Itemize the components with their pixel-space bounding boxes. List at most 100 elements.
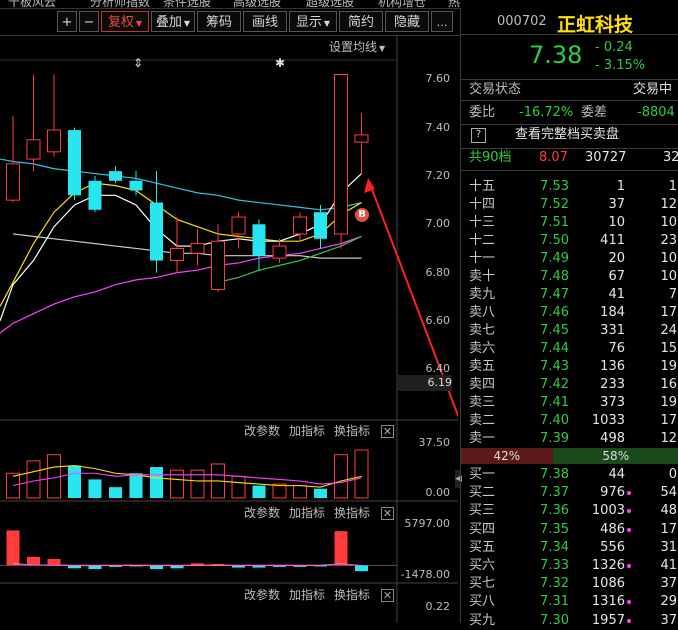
orderbook-row[interactable]: 买八 7.31 1316 29 [461, 593, 678, 611]
orderbook-price: 7.46 [540, 305, 569, 320]
orderbook-volume: 1086 [591, 576, 625, 592]
price-change: - 0.24 [595, 40, 633, 55]
vol-change-params[interactable]: 改参数 [244, 422, 280, 440]
orderbook-row[interactable]: 卖十 7.48 67 10 [461, 268, 678, 286]
orderbook-orders: 10 [660, 251, 677, 266]
macd-add-indicator[interactable]: 加指标 [289, 504, 325, 522]
help-icon[interactable]: ? [471, 128, 486, 143]
orderbook-volume: 556 [600, 539, 625, 555]
orderbook-volume: 498 [600, 431, 625, 446]
hide-button[interactable]: 隐藏 [385, 11, 429, 32]
orderbook-price: 7.35 [540, 521, 569, 537]
orderbook-row[interactable]: 十二 7.50 411 23 [461, 232, 678, 250]
volume-bar [231, 475, 246, 499]
orderbook-row[interactable]: 买九 7.30 1957 37 [461, 612, 678, 630]
orderbook-row[interactable]: 买一 7.38 44 0 [461, 466, 678, 484]
display-dropdown[interactable]: 显示 ▼ [289, 11, 337, 32]
chevron-down-icon: ▼ [323, 19, 331, 28]
buy-signal-badge[interactable]: B [355, 208, 369, 222]
candle-body [334, 73, 348, 235]
orderbook-orders: 37 [660, 612, 677, 628]
close-icon[interactable]: ✕ [381, 589, 394, 602]
chip-button[interactable]: 筹码 [197, 11, 241, 32]
vol-switch-indicator[interactable]: 换指标 [334, 422, 370, 440]
price-axis-label: 7.00 [425, 217, 451, 231]
close-icon[interactable]: ✕ [381, 425, 394, 438]
orderbook-level-label: 卖七 [469, 323, 496, 338]
orderbook-price: 7.51 [540, 215, 569, 230]
overlay-dropdown[interactable]: 叠加 ▼ [151, 11, 195, 32]
orderbook-row[interactable]: 卖二 7.40 1033 17 [461, 412, 678, 430]
menu-item[interactable]: 高级选股 [233, 0, 281, 8]
candle-body [211, 240, 225, 291]
zoom-out-button[interactable]: − [79, 11, 99, 32]
third-change-params[interactable]: 改参数 [244, 586, 280, 604]
menu-item[interactable]: 分析师指数 [90, 0, 150, 8]
split-marker-icon[interactable]: ⇕ [133, 56, 143, 70]
macd-switch-indicator[interactable]: 换指标 [334, 504, 370, 522]
orderbook-orders: 37 [660, 576, 677, 592]
orderbook-row[interactable]: 买五 7.34 556 31 [461, 539, 678, 557]
stock-code: 000702 [497, 14, 547, 29]
orderbook-row[interactable]: 卖七 7.45 331 24 [461, 322, 678, 340]
last-price: 7.38 [529, 41, 583, 69]
orderbook-volume: 67 [608, 269, 625, 284]
price-axis-label: 6.80 [425, 265, 451, 279]
third-add-indicator[interactable]: 加指标 [289, 586, 325, 604]
third-switch-indicator[interactable]: 换指标 [334, 586, 370, 604]
orderbook-orders: 17 [660, 305, 677, 320]
orderbook-row[interactable]: 十一 7.49 20 10 [461, 250, 678, 268]
candle-body [354, 134, 369, 143]
orderbook-row[interactable]: 卖三 7.41 373 19 [461, 394, 678, 412]
orderbook-row[interactable]: 买三 7.36 1003 48 [461, 502, 678, 520]
orderbook-row[interactable]: 卖八 7.46 184 17 [461, 304, 678, 322]
trade-status-label: 交易状态 [469, 82, 522, 97]
orderbook-row[interactable]: 卖一 7.39 498 12 [461, 430, 678, 448]
orderbook-orders: 54 [660, 485, 677, 501]
event-marker-icon[interactable]: ✱ [275, 56, 285, 70]
orderbook-level-label: 买八 [469, 594, 496, 610]
candle-body [6, 163, 20, 201]
zoom-in-button[interactable]: + [57, 11, 77, 32]
orderbook-row[interactable]: 卖九 7.47 41 7 [461, 286, 678, 304]
volume-bar [129, 473, 143, 498]
menu-item[interactable]: 热点追击 [448, 0, 460, 8]
orderbook-row[interactable]: 十四 7.52 37 12 [461, 196, 678, 214]
chart-area[interactable] [0, 36, 458, 623]
ma-settings-dropdown[interactable]: 设置均线 ▼ [329, 38, 385, 55]
orderbook-row[interactable]: 卖五 7.43 136 19 [461, 358, 678, 376]
menu-item[interactable]: 十板风云 [8, 0, 56, 8]
simple-button[interactable]: 简约 [339, 11, 383, 32]
orderbook-price: 7.38 [540, 467, 569, 482]
quote-header: 000702 正虹科技 [461, 8, 678, 36]
orderbook-volume: 1 [616, 179, 625, 194]
orderbook-price: 7.52 [540, 197, 569, 212]
view-full-orderbook-row[interactable]: ? 查看完整档买卖盘 [461, 126, 678, 144]
third-axis-top: 0.22 [425, 600, 451, 613]
orderbook-row[interactable]: 买四 7.35 486 17 [461, 521, 678, 539]
view-full-orderbook-link[interactable]: 查看完整档买卖盘 [515, 126, 619, 144]
menu-item[interactable]: 机构增仓 [378, 0, 426, 8]
fuquan-dropdown[interactable]: 复权 ▼ [101, 11, 149, 32]
orderbook-row[interactable]: 卖四 7.42 233 16 [461, 376, 678, 394]
orderbook-level-label: 卖二 [469, 413, 496, 428]
menu-item[interactable]: 条件选股 [163, 0, 211, 8]
orderbook-row[interactable]: 卖六 7.44 76 15 [461, 340, 678, 358]
orderbook-volume: 37 [608, 197, 625, 212]
volume-bar [334, 454, 348, 499]
menu-item[interactable]: 超级选股 [306, 0, 354, 8]
buy-sell-ratio-bar: 42% 58% [461, 448, 678, 464]
vol-add-indicator[interactable]: 加指标 [289, 422, 325, 440]
macd-change-params[interactable]: 改参数 [244, 504, 280, 522]
close-icon[interactable]: ✕ [381, 507, 394, 520]
orderbook-marker-icon [627, 509, 631, 514]
orderbook-row[interactable]: 买二 7.37 976 54 [461, 484, 678, 502]
orderbook-row[interactable]: 买六 7.33 1326 41 [461, 557, 678, 575]
orderbook-row[interactable]: 十五 7.53 1 1 [461, 178, 678, 196]
orderbook-row[interactable]: 十三 7.51 10 10 [461, 214, 678, 232]
orderbook-price: 7.37 [540, 485, 569, 501]
draw-line-button[interactable]: 画线 [243, 11, 287, 32]
orderbook-orders: 19 [660, 395, 677, 410]
orderbook-row[interactable]: 买七 7.32 1086 37 [461, 575, 678, 593]
more-button[interactable]: … [431, 11, 453, 32]
